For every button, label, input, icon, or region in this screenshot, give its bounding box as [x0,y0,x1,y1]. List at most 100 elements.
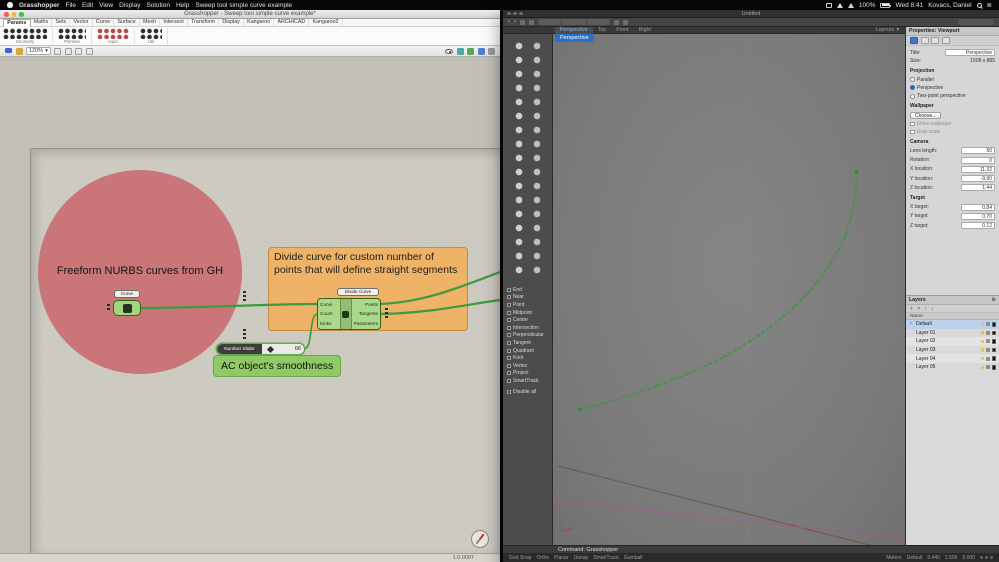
layer-row[interactable]: Layer 01 [906,329,999,338]
osnap-checkbox[interactable] [507,363,511,368]
delete-layer-icon[interactable]: × [917,306,920,312]
osnap-checkbox[interactable] [507,356,511,361]
back-icon[interactable]: ‹ [508,19,510,25]
osnap-item[interactable]: Knot [507,354,550,362]
open-icon[interactable] [15,47,23,55]
gh-tab[interactable]: Vector [70,19,93,26]
osnap-item[interactable]: Near [507,294,550,302]
input-port[interactable]: Kinks [320,321,338,326]
input-port[interactable]: Count [320,311,338,316]
layer-visibility-icon[interactable] [980,322,984,327]
menubar-menu-item[interactable]: File [65,2,75,9]
viewport-properties-tab[interactable] [910,37,918,44]
move-layer-down-icon[interactable]: ↓ [931,306,934,312]
gh-tab[interactable]: Display [219,19,244,26]
status-toggle[interactable]: Osnap [573,555,588,561]
volume-icon[interactable] [836,2,843,8]
current-layer-indicator[interactable]: Default [907,555,923,561]
red-group-note[interactable]: Freeform NURBS curves from GH [40,265,240,277]
osnap-item[interactable]: End [507,286,550,294]
layouts-button[interactable]: Layouts ▾ [876,27,905,33]
viewport-tab[interactable]: Perspective [555,26,593,34]
layer-color-chip[interactable] [991,347,996,353]
viewport-tab[interactable]: Front [611,27,633,34]
zoom-extents-icon[interactable] [75,47,83,55]
osnap-checkbox[interactable] [507,389,511,394]
target-field-input[interactable]: 0.70 [961,212,995,220]
gh-canvas[interactable]: Freeform NURBS curves from GH Divide cur… [0,57,500,553]
pan-icon[interactable] [85,47,93,55]
wifi-icon[interactable] [847,2,854,8]
shaded-preview-icon[interactable] [467,47,474,55]
menubar-menu-item[interactable]: View [99,2,113,9]
osnap-item[interactable]: SmartTrack [507,377,550,385]
target-field-input[interactable]: 0.12 [961,222,995,230]
camera-field-input[interactable]: 1.44 [961,184,995,192]
viewport-tab[interactable]: Right [634,27,656,34]
properties-tab[interactable] [941,37,950,44]
gh-tab[interactable]: ARCHICAD [274,19,310,26]
osnap-item[interactable]: Midpoint [507,309,550,317]
output-port[interactable]: Points [354,302,378,307]
target-field-input[interactable]: 0.84 [961,203,995,211]
gh-tab[interactable]: Intersect [160,19,188,26]
menubar-clock[interactable]: Wed 8:41 [895,2,923,9]
osnap-item[interactable]: Tangent [507,339,550,347]
green-note-panel[interactable]: AC object's smoothness [213,355,341,377]
layer-row[interactable]: Layer 05 [906,363,999,372]
gh-tab[interactable]: Kangaroo [244,19,275,26]
menubar-menu-item[interactable]: Help [176,2,189,9]
search-field[interactable] [958,19,994,25]
osnap-item[interactable]: Vertex [507,362,550,370]
gh-tab[interactable]: Transform [188,19,220,26]
layer-lock-icon[interactable] [986,348,990,353]
layer-visibility-icon[interactable] [980,348,984,352]
input-port[interactable]: Curve [320,302,338,307]
curve-endpoint[interactable] [855,170,859,174]
osnap-checkbox[interactable] [507,378,511,383]
add-layer-icon[interactable]: + [910,306,913,312]
menubar-app-name[interactable]: Grasshopper [19,2,59,9]
layer-row[interactable]: Layer 04 [906,354,999,363]
radio-perspective[interactable] [910,85,915,91]
minimize-button[interactable] [11,12,16,17]
curve-endpoint[interactable] [578,408,582,412]
viewport-tab[interactable]: Top [593,27,612,34]
osnap-item[interactable]: Quadrant [507,347,550,355]
status-toggle[interactable]: Planar [554,555,568,561]
viewport-title-field[interactable]: Perspective [945,49,995,56]
gh-tab[interactable]: Sets [52,19,71,26]
layer-color-chip[interactable] [991,356,996,361]
perspective-viewport[interactable]: Perspective [553,34,905,545]
properties-tab[interactable] [920,37,929,44]
curve-param-component[interactable] [113,300,141,316]
gh-tab[interactable]: Surface [114,19,140,26]
zoom-in-icon[interactable] [54,47,62,55]
layer-color-chip[interactable] [991,322,996,327]
curve-param-label[interactable]: Curve [114,290,140,298]
osnap-item[interactable]: Center [507,316,550,324]
battery-icon[interactable] [880,2,892,8]
zoom-button[interactable] [19,12,24,17]
canvas-compass-widget[interactable] [471,530,489,548]
radio-two-point[interactable] [910,93,915,99]
spotlight-icon[interactable] [976,2,982,8]
slider-track[interactable]: 66 [262,344,304,354]
status-toggle[interactable]: Gumball [624,555,643,561]
osnap-checkbox[interactable] [507,325,511,330]
osnap-item[interactable]: Project [507,370,550,378]
layer-visibility-icon[interactable] [980,339,984,344]
settings-icon[interactable] [488,47,495,55]
osnap-checkbox[interactable] [507,371,511,376]
gh-tab[interactable]: Params [3,18,31,27]
zoom-dropdown[interactable]: 120% ▾ [26,47,51,55]
layer-color-chip[interactable] [991,330,996,336]
forward-icon[interactable]: › [514,19,516,25]
layer-visibility-icon[interactable] [980,331,984,335]
output-port[interactable]: Parameters [354,321,378,326]
osnap-checkbox[interactable] [507,348,511,353]
close-button[interactable] [507,11,511,16]
camera-field-input[interactable]: 11.32 [961,165,995,173]
slider-handle[interactable] [266,345,275,353]
zoom-button[interactable] [519,11,523,16]
